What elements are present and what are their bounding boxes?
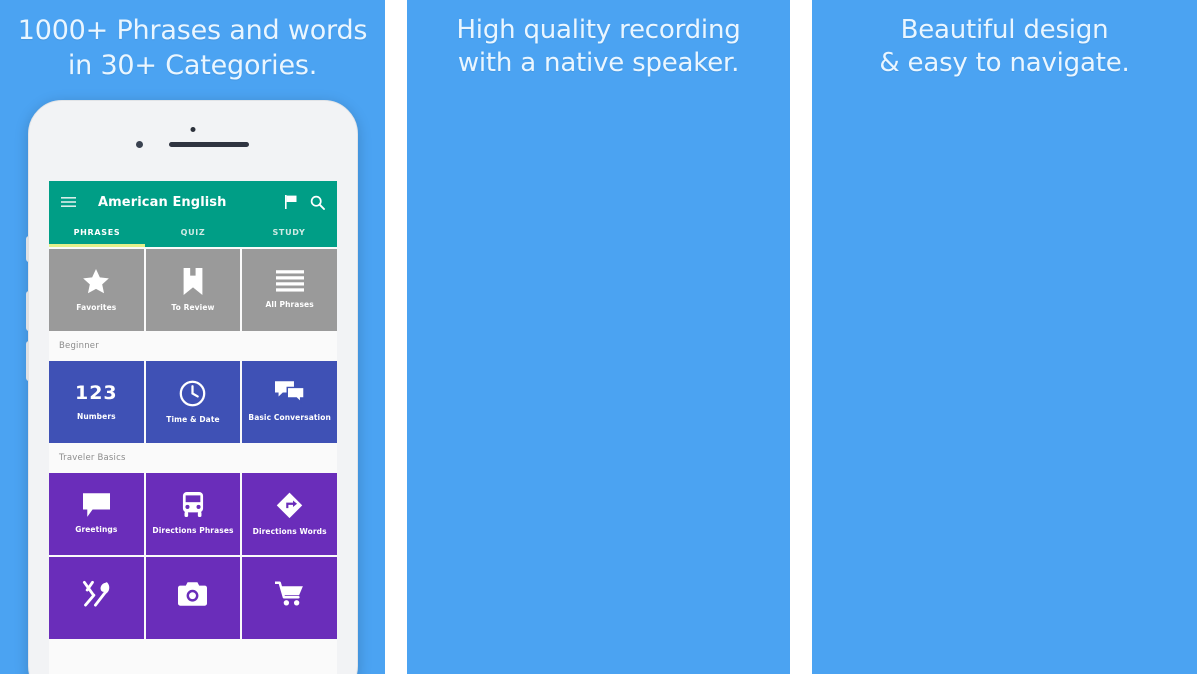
speech-bubble-icon <box>82 493 110 518</box>
tile-label: Basic Conversation <box>248 413 331 423</box>
tile-time-date[interactable]: Time & Date <box>145 361 241 443</box>
hamburger-menu-icon[interactable] <box>61 196 76 208</box>
headline-line-2: with a native speaker. <box>457 48 740 79</box>
bookmark-icon <box>181 267 205 295</box>
panel-1-headline: 1000+ Phrases and words in 30+ Categorie… <box>0 14 385 83</box>
section-header-traveler-basics: Traveler Basics <box>49 443 337 471</box>
promo-panel-3: Beautiful design & easy to navigate. Ame… <box>812 0 1197 674</box>
tile-label: Greetings <box>75 525 118 535</box>
app-title: American English <box>98 194 227 210</box>
tile-label: All Phrases <box>265 300 314 310</box>
directions-sign-icon <box>276 492 303 519</box>
tile-all-phrases[interactable]: All Phrases <box>242 249 337 331</box>
list-icon <box>275 270 304 292</box>
search-icon[interactable] <box>310 195 325 210</box>
proximity-sensor-icon <box>136 141 143 148</box>
headline-line-2: & easy to navigate. <box>879 48 1130 79</box>
tile-label: To Review <box>171 302 215 312</box>
tab-bar: PHRASES QUIZ STUDY <box>49 223 337 247</box>
tile-label: Favorites <box>76 302 117 312</box>
beginner-tiles: 123 Numbers Time & Date Basic Conversati… <box>49 359 337 443</box>
headline-line-2: in 30+ Categories. <box>67 49 318 81</box>
shopping-cart-icon <box>275 581 304 607</box>
tile-label: Directions Phrases <box>152 526 234 536</box>
tile-favorites[interactable]: Favorites <box>49 249 144 331</box>
panel-3-headline: Beautiful design & easy to navigate. <box>812 14 1197 81</box>
front-camera-icon <box>190 127 196 132</box>
quick-access-tiles: Favorites To Review All Phrases <box>49 247 337 331</box>
earpiece-speaker <box>169 142 249 147</box>
star-icon <box>82 268 110 295</box>
silent-switch[interactable] <box>26 236 29 262</box>
tab-quiz[interactable]: QUIZ <box>145 223 241 247</box>
camera-icon <box>178 581 208 606</box>
tile-label: Numbers <box>76 412 116 422</box>
panel-2-headline: High quality recording with a native spe… <box>407 14 790 81</box>
headline-line-1: 1000+ Phrases and words <box>17 15 368 46</box>
volume-down-button[interactable] <box>26 341 29 381</box>
traveler-basics-tiles: Greetings Directions Phrases Directions … <box>49 471 337 639</box>
section-header-beginner: Beginner <box>49 331 337 359</box>
tile-label: Directions Words <box>252 526 327 536</box>
headline-line-1: Beautiful design <box>900 15 1109 45</box>
tile-greetings[interactable]: Greetings <box>49 473 144 555</box>
panel-gap-2 <box>790 0 812 674</box>
tab-study[interactable]: STUDY <box>241 223 337 247</box>
active-tab-indicator <box>49 244 145 247</box>
tile-directions-words[interactable]: Directions Words <box>242 473 337 555</box>
panel-gap-1 <box>385 0 407 674</box>
headline-line-1: High quality recording <box>456 15 741 45</box>
chat-bubbles-icon <box>275 381 305 405</box>
phone-1-screen: American English PHRASES QUIZ STUDY Favo… <box>49 181 337 674</box>
clock-icon <box>179 380 206 407</box>
tile-to-review[interactable]: To Review <box>145 249 241 331</box>
tile-camera[interactable] <box>145 557 241 639</box>
promo-panel-1: 1000+ Phrases and words in 30+ Categorie… <box>0 0 385 674</box>
promo-panel-2: High quality recording with a native spe… <box>407 0 790 674</box>
bus-icon <box>182 492 204 518</box>
tile-basic-conversation[interactable]: Basic Conversation <box>242 361 337 443</box>
restaurant-icon <box>82 580 110 608</box>
tile-numbers[interactable]: 123 Numbers <box>49 361 144 443</box>
tile-shopping[interactable] <box>242 557 337 639</box>
app-bar: American English PHRASES QUIZ STUDY <box>49 181 337 247</box>
tile-directions-phrases[interactable]: Directions Phrases <box>145 473 241 555</box>
tile-label: Time & Date <box>166 414 220 424</box>
phone-mockup-1: American English PHRASES QUIZ STUDY Favo… <box>26 100 358 674</box>
numbers-123-icon: 123 <box>74 382 118 405</box>
flag-icon[interactable] <box>285 195 298 209</box>
tile-restaurant[interactable] <box>49 557 144 639</box>
volume-up-button[interactable] <box>26 291 29 331</box>
